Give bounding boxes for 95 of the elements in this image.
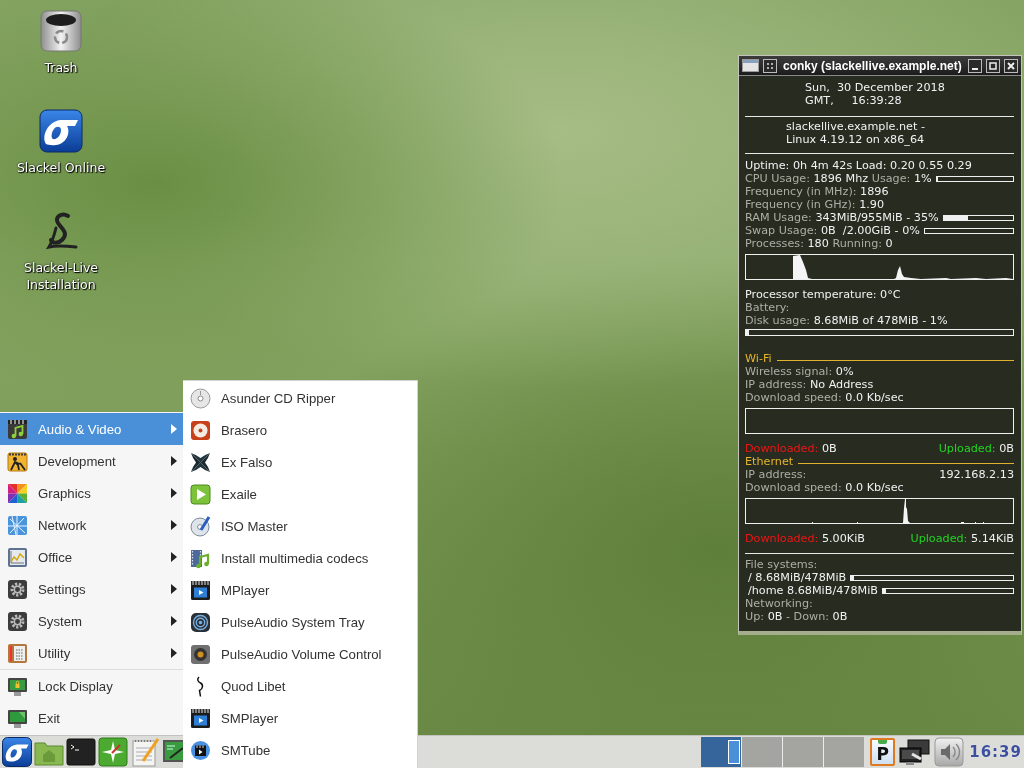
submenu-arrow-icon <box>171 584 177 594</box>
time-text: GMT, 16:39:28 <box>805 94 902 107</box>
menu-item[interactable]: PulseAudio Volume Control <box>183 638 417 670</box>
menu-item[interactable]: SMPlayer <box>183 702 417 734</box>
minimize-button[interactable] <box>968 58 982 73</box>
stat-text: File systems: <box>745 558 818 571</box>
butterfly-icon <box>190 451 211 473</box>
color-wheel-icon <box>7 482 28 504</box>
stat-text: IP address: No Address <box>745 378 874 391</box>
disc-pen-icon <box>190 515 211 537</box>
submenu-arrow-icon <box>171 520 177 530</box>
section-heading: Wi-Fi <box>745 352 772 365</box>
menu-item[interactable]: Network <box>0 509 183 541</box>
menu-item[interactable]: Exit <box>0 702 183 734</box>
stat-text: Processes: 180 Running: 0 <box>745 237 893 250</box>
menu-item[interactable]: Office <box>0 541 183 573</box>
stat-text: Up: 0B - Down: 0B <box>745 610 848 623</box>
compass-icon[interactable] <box>98 737 128 767</box>
stat-text: Download speed: 0.0 Kb/sec <box>745 391 904 404</box>
stat-text: Uploaded: 5.14KiB <box>910 532 1014 545</box>
host-text: Linux 4.19.12 on x86_64 <box>786 133 925 146</box>
starburst-icon <box>7 514 28 536</box>
stat-text: /home 8.68MiB/478MiB <box>747 584 878 597</box>
trash-can-icon <box>39 9 83 53</box>
menu-item[interactable]: MPlayer <box>183 574 417 606</box>
menu-item[interactable]: Quod Libet <box>183 670 417 702</box>
menu-item[interactable]: Graphics <box>0 477 183 509</box>
stat-text: IP address: <box>745 468 807 481</box>
terminal-icon[interactable] <box>66 737 96 767</box>
submenu-arrow-icon <box>171 488 177 498</box>
section-heading: Ethernet <box>745 455 794 468</box>
calculator-icon <box>7 642 28 664</box>
film-note-icon <box>190 547 211 569</box>
logo-icon <box>39 109 83 153</box>
menu-item[interactable]: Utility <box>0 637 183 669</box>
concentric-rings-icon <box>190 611 211 633</box>
volume-icon[interactable] <box>934 737 965 767</box>
stat-text: / 8.68MiB/478MiB <box>747 571 847 584</box>
clipboard-button[interactable]: P <box>870 738 896 766</box>
logo-icon[interactable] <box>2 737 32 767</box>
stat-text: Downloaded: 0B <box>745 442 837 455</box>
stat-text: Frequency (in GHz): 1.90 <box>745 198 885 211</box>
stat-text: CPU Usage: 1896 Mhz Usage: 1% <box>745 172 932 185</box>
monitor-icon <box>7 707 28 729</box>
submenu-arrow-icon <box>171 648 177 658</box>
play-icon <box>190 483 211 505</box>
submenu-arrow-icon <box>171 424 177 434</box>
stat-text: Frequency (in MHz): 1896 <box>745 185 889 198</box>
stat-text: Swap Usage: 0B /2.00GiB - 0% <box>745 224 920 237</box>
menu-item[interactable]: Brasero <box>183 414 417 446</box>
submenu-arrow-icon <box>171 456 177 466</box>
stat-text: Disk usage: 8.68MiB of 478MiB - 1% <box>745 314 948 327</box>
submenu-arrow-icon <box>171 552 177 562</box>
stat-text: Wireless signal: 0% <box>745 365 854 378</box>
two-monitors-icon[interactable] <box>899 738 931 766</box>
stat-text: RAM Usage: 343MiB/955MiB - 35% <box>745 211 939 224</box>
stat-text: 192.168.2.13 <box>939 468 1014 481</box>
gear-icon <box>7 578 28 600</box>
menu-item[interactable]: Ex Falso <box>183 446 417 478</box>
clapboard-play-icon <box>190 739 211 761</box>
chart-icon <box>7 546 28 568</box>
dots-button[interactable] <box>763 58 777 73</box>
menu-item[interactable]: SMTube <box>183 734 417 766</box>
stat-text: Processor temperature: 0°C <box>745 288 901 301</box>
stat-text: Battery: <box>745 301 790 314</box>
menu-item[interactable]: System <box>0 605 183 637</box>
close-button[interactable] <box>1004 58 1018 73</box>
maximize-button[interactable] <box>986 58 1000 73</box>
stat-text: Download speed: 0.0 Kb/sec <box>745 481 904 494</box>
menu-item[interactable]: PulseAudio System Tray <box>183 606 417 638</box>
clapboard-play-icon <box>190 707 211 729</box>
stat-text: Downloaded: 5.00KiB <box>745 532 865 545</box>
submenu-arrow-icon <box>171 616 177 626</box>
date-text: Sun, 30 December 2018 <box>805 81 945 94</box>
menu-item[interactable]: Exaile <box>183 478 417 510</box>
window-title: conky (slackellive.example.net) <box>783 58 963 73</box>
stat-text: Networking: <box>745 597 813 610</box>
clapboard-note-icon <box>7 418 28 440</box>
clapboard-play-icon <box>190 579 211 601</box>
host-text: slackellive.example.net - <box>786 120 925 133</box>
menu-item[interactable]: Settings <box>0 573 183 605</box>
menu-item[interactable]: Asunder CD Ripper <box>183 382 417 414</box>
menu-item[interactable]: Lock Display <box>0 670 183 702</box>
workspace-button[interactable] <box>701 737 742 767</box>
stat-text: Uploaded: 0B <box>938 442 1014 455</box>
gear-icon <box>7 610 28 632</box>
disc-icon <box>190 387 211 409</box>
speaker-cone-icon <box>190 643 211 665</box>
menu-item[interactable]: ISO Master <box>183 510 417 542</box>
clock-text: 16:39 <box>969 743 1022 761</box>
worker-icon <box>7 450 28 472</box>
stat-text: Uptime: 0h 4m 42s Load: 0.20 0.55 0.29 <box>745 159 972 172</box>
menu-item[interactable]: Development <box>0 445 183 477</box>
lock-monitor-icon <box>7 675 28 697</box>
menu-item[interactable]: Install multimedia codecs <box>183 542 417 574</box>
